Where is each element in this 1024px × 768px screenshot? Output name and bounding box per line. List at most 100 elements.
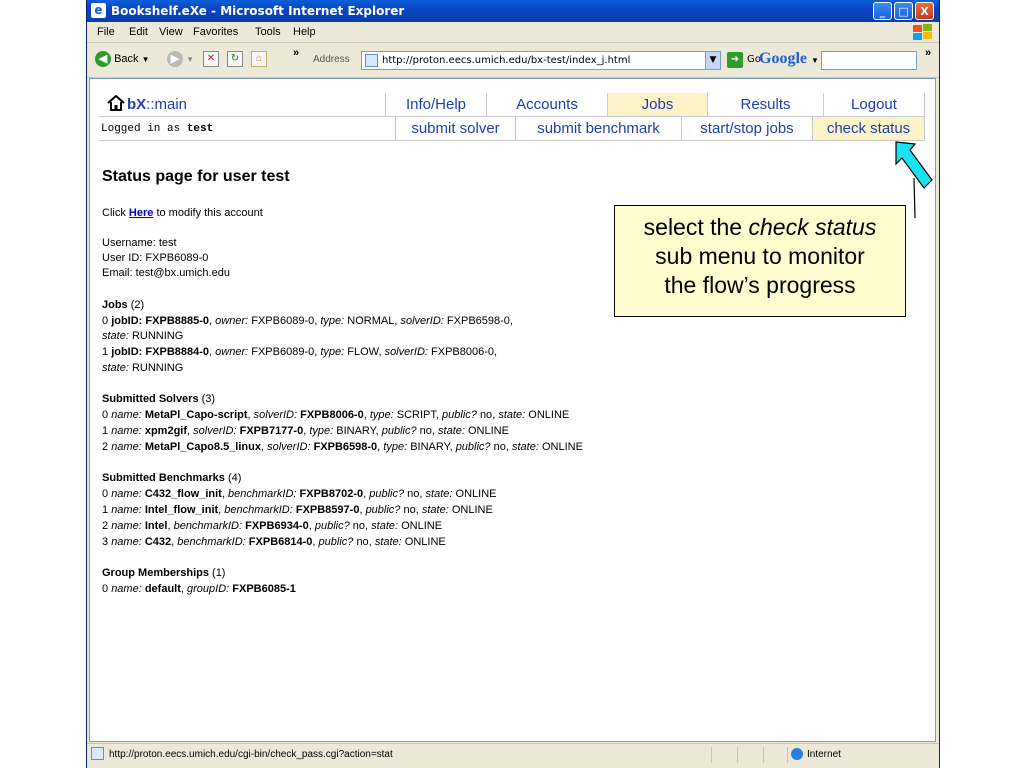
refresh-icon: ↻ — [227, 51, 243, 67]
job-row-state: state: RUNNING — [102, 330, 184, 342]
toolbar-chevron-icon[interactable]: » — [293, 47, 299, 59]
brand-main: ::main — [146, 96, 188, 113]
address-label: Address — [313, 54, 350, 65]
groups-count: (1) — [212, 567, 226, 579]
menu-tools[interactable]: Tools — [255, 26, 281, 38]
sub-submit-benchmark[interactable]: submit benchmark — [516, 117, 682, 141]
email-text: Email: test@bx.umich.edu — [102, 267, 230, 279]
benchmarks-count: (4) — [227, 472, 242, 484]
modify-account-line: Click Here to modify this account — [102, 207, 263, 219]
brand-bx: bX — [127, 96, 147, 113]
callout-line-2: sub menu to monitor — [655, 243, 865, 269]
home-button[interactable]: ⌂ — [251, 51, 267, 67]
logged-prefix: Logged in as — [101, 123, 181, 135]
user-id-text: User ID: FXPB6089-0 — [102, 252, 209, 264]
click-suffix: to modify this account — [156, 207, 263, 219]
menu-file[interactable]: File — [97, 26, 115, 38]
jobs-count: (2) — [130, 299, 145, 311]
address-url: http://proton.eecs.umich.edu/bx-test/ind… — [382, 55, 631, 66]
job-row: 1 jobID: FXPB8884-0, owner: FXPB6089-0, … — [102, 346, 498, 358]
minimize-button[interactable]: _ — [873, 2, 892, 20]
google-label: Google — [759, 50, 807, 67]
back-dropdown-icon: ▼ — [141, 54, 150, 64]
google-dropdown-icon: ▼ — [811, 56, 819, 65]
brand-home-link[interactable]: bX::main — [99, 93, 386, 117]
google-logo[interactable]: Google ▼ — [759, 50, 819, 68]
annotation-callout: select the check status sub menu to moni… — [614, 205, 906, 317]
job-row-state: state: RUNNING — [102, 362, 184, 374]
benchmarks-header: Submitted Benchmarks (4) — [102, 472, 241, 484]
jobs-header: Jobs (2) — [102, 299, 144, 311]
globe-icon — [791, 748, 803, 760]
zone-label: Internet — [807, 749, 841, 760]
house-icon — [107, 95, 125, 111]
status-bar: http://proton.eecs.umich.edu/cgi-bin/che… — [87, 743, 939, 766]
address-bar[interactable]: http://proton.eecs.umich.edu/bx-test/ind… — [361, 51, 721, 70]
nav-results[interactable]: Results — [708, 93, 824, 117]
close-button[interactable]: X — [915, 2, 934, 20]
solvers-header: Submitted Solvers (3) — [102, 393, 215, 405]
group-row: 0 name: default, groupID: FXPB6085-1 — [102, 583, 296, 595]
groups-title: Group Memberships — [102, 567, 209, 579]
solvers-title: Submitted Solvers — [102, 393, 199, 405]
back-button[interactable]: ◀ Back ▼ — [95, 51, 150, 67]
sub-submit-solver[interactable]: submit solver — [396, 117, 516, 141]
menu-view[interactable]: View — [159, 26, 183, 38]
status-url: http://proton.eecs.umich.edu/cgi-bin/che… — [109, 749, 393, 760]
nav-info-help[interactable]: Info/Help — [386, 93, 487, 117]
click-prefix: Click — [102, 207, 126, 219]
solver-row: 2 name: MetaPl_Capo8.5_linux, solverID: … — [102, 441, 583, 453]
browser-window: e Bookshelf.eXe - Microsoft Internet Exp… — [86, 0, 940, 768]
toolbar: ◀ Back ▼ ▶ ▼ ✕ ↻ ⌂ » Address http://prot… — [87, 43, 939, 78]
title-bar: e Bookshelf.eXe - Microsoft Internet Exp… — [87, 0, 939, 22]
google-chevron-icon[interactable]: » — [925, 47, 931, 59]
maximize-button[interactable]: □ — [894, 2, 913, 20]
forward-button[interactable]: ▶ ▼ — [167, 51, 194, 67]
go-arrow-icon[interactable]: ➜ — [727, 52, 743, 68]
benchmark-row: 2 name: Intel, benchmarkID: FXPB6934-0, … — [102, 520, 443, 532]
stop-icon: ✕ — [203, 51, 219, 67]
sub-start-stop-jobs[interactable]: start/stop jobs — [682, 117, 813, 141]
menu-bar: File Edit View Favorites Tools Help — [87, 22, 939, 43]
callout-line-3: the flow’s progress — [664, 272, 856, 298]
username-text: Username: test — [102, 237, 177, 249]
google-search-input[interactable] — [821, 51, 917, 70]
jobs-title: Jobs — [102, 299, 128, 311]
address-dropdown-icon[interactable]: ▼ — [705, 51, 721, 70]
forward-arrow-icon: ▶ — [167, 51, 183, 67]
callout-arrow — [895, 141, 933, 219]
solvers-count: (3) — [201, 393, 216, 405]
menu-help[interactable]: Help — [293, 26, 316, 38]
nav-sub-row: Logged in as test submit solver submit b… — [99, 117, 925, 141]
ie-icon: e — [91, 3, 106, 18]
menu-edit[interactable]: Edit — [129, 26, 148, 38]
menu-favorites[interactable]: Favorites — [193, 26, 238, 38]
back-label: Back — [114, 52, 139, 65]
home-icon: ⌂ — [251, 51, 267, 67]
windows-logo-icon — [911, 24, 933, 41]
refresh-button[interactable]: ↻ — [227, 51, 243, 67]
logged-user: test — [186, 123, 214, 135]
logged-in-status: Logged in as test — [99, 117, 396, 141]
solver-row: 1 name: xpm2gif, solverID: FXPB7177-0, t… — [102, 425, 509, 437]
modify-account-link[interactable]: Here — [129, 207, 153, 219]
page-status-icon — [91, 747, 104, 760]
page-title: Status page for user test — [102, 168, 290, 185]
nav-main-row: bX::main Info/Help Accounts Jobs Results… — [99, 93, 925, 117]
groups-header: Group Memberships (1) — [102, 567, 225, 579]
forward-dropdown-icon: ▼ — [186, 54, 194, 64]
window-title: Bookshelf.eXe - Microsoft Internet Explo… — [111, 4, 405, 18]
benchmark-row: 0 name: C432_flow_init, benchmarkID: FXP… — [102, 488, 497, 500]
benchmark-row: 1 name: Intel_flow_init, benchmarkID: FX… — [102, 504, 493, 516]
page-content: bX::main Info/Help Accounts Jobs Results… — [89, 78, 936, 742]
benchmark-row: 3 name: C432, benchmarkID: FXPB6814-0, p… — [102, 536, 446, 548]
solver-row: 0 name: MetaPl_Capo-script, solverID: FX… — [102, 409, 570, 421]
nav-jobs[interactable]: Jobs — [608, 93, 708, 117]
nav-logout[interactable]: Logout — [824, 93, 925, 117]
callout-line-1: select the check status — [643, 214, 877, 240]
back-arrow-icon: ◀ — [95, 51, 111, 67]
nav-accounts[interactable]: Accounts — [487, 93, 608, 117]
page-icon — [365, 54, 378, 67]
benchmarks-title: Submitted Benchmarks — [102, 472, 225, 484]
stop-button[interactable]: ✕ — [203, 51, 219, 67]
